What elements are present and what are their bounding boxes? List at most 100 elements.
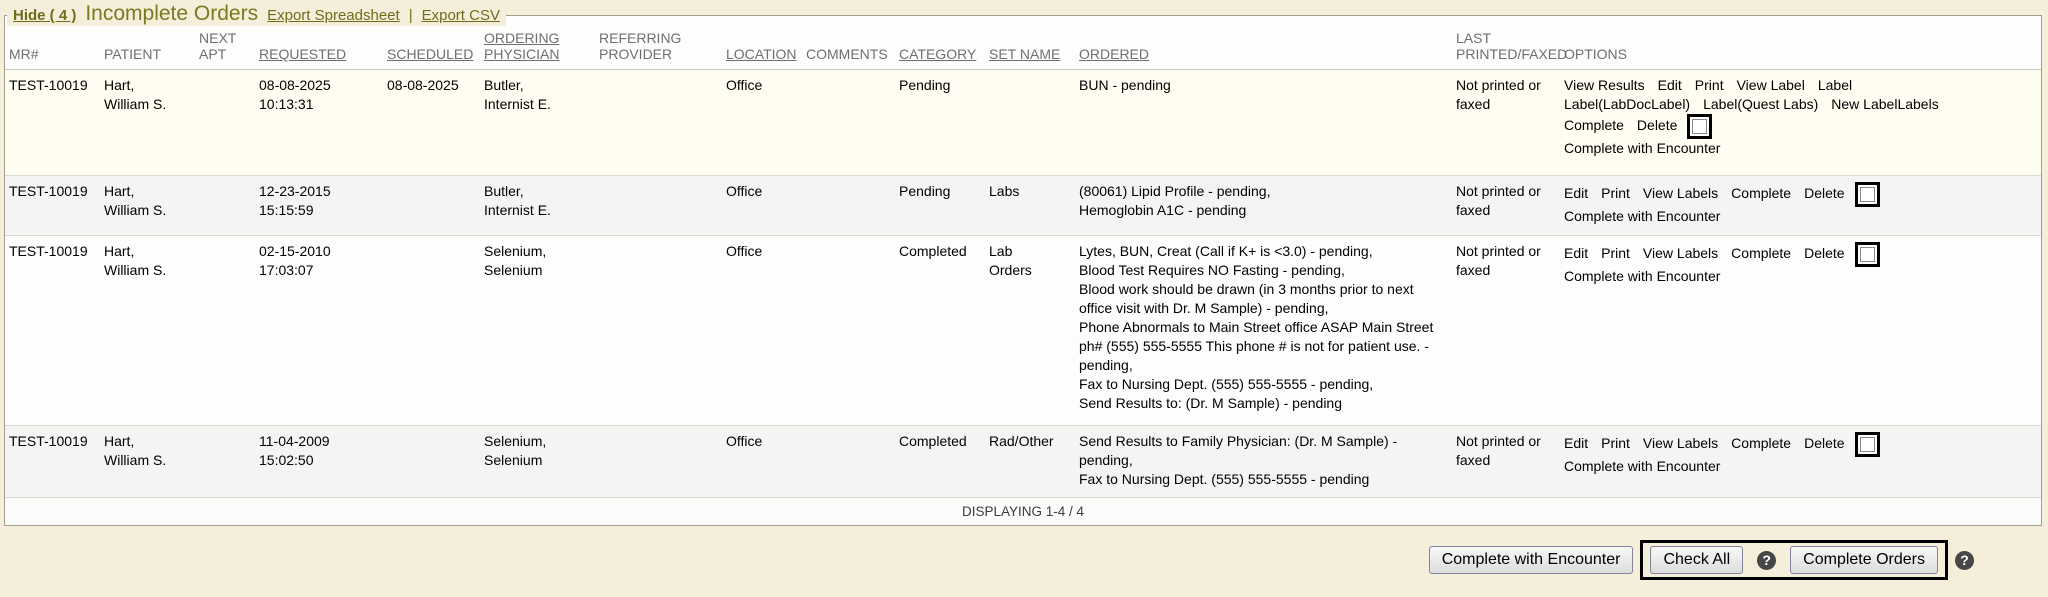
print-link[interactable]: Print [1695, 77, 1724, 93]
export-spreadsheet-link[interactable]: Export Spreadsheet [267, 7, 400, 24]
cell-next-apt [195, 176, 255, 236]
cell-requested: 12-23-201515:15:59 [255, 176, 383, 236]
cell-mr: TEST-10019 [5, 176, 100, 236]
incomplete-orders-panel: Hide ( 4 ) Incomplete Orders Export Spre… [4, 15, 2042, 526]
options-line: Complete Delete [1564, 114, 2037, 139]
cell-scheduled [383, 236, 480, 426]
checkbox-box [1860, 437, 1875, 452]
cell-comments [802, 426, 895, 498]
edit-link[interactable]: Edit [1658, 77, 1682, 93]
column-header-category[interactable]: CATEGORY [895, 16, 985, 70]
complete-link[interactable]: Complete [1564, 117, 1624, 133]
cell-set-name: LabOrders [985, 236, 1075, 426]
print-link[interactable]: Print [1601, 185, 1630, 201]
options-line: Complete with Encounter [1564, 207, 2037, 226]
cell-set-name: Rad/Other [985, 426, 1075, 498]
cell-category: Completed [895, 426, 985, 498]
complete-with-encounter-link[interactable]: Complete with Encounter [1564, 268, 1720, 284]
options-line: Edit Print View Labels Complete Delete [1564, 432, 2037, 457]
view-labels-link[interactable]: View Labels [1643, 185, 1718, 201]
complete-with-encounter-link[interactable]: Complete with Encounter [1564, 208, 1720, 224]
column-header-set-name[interactable]: SET NAME [985, 16, 1075, 70]
cell-patient: Hart,William S. [100, 426, 195, 498]
cell-next-apt [195, 70, 255, 176]
checkbox-box [1860, 187, 1875, 202]
view-labels-link[interactable]: View Labels [1643, 435, 1718, 451]
options-line: Edit Print View Labels Complete Delete [1564, 242, 2037, 267]
cell-options: Edit Print View Labels Complete Delete Comple… [1560, 426, 2041, 498]
table-row: TEST-10019Hart,William S. 11-04-200915:02… [5, 426, 2041, 498]
cell-ordered: Lytes, BUN, Creat (Call if K+ is <3.0) -… [1075, 236, 1452, 426]
options-line: Label(LabDocLabel) Label(Quest Labs) New L… [1564, 95, 2037, 114]
cell-mr: TEST-10019 [5, 426, 100, 498]
cell-ordered: Send Results to Family Physician: (Dr. M… [1075, 426, 1452, 498]
view-labels-link[interactable]: View Labels [1643, 245, 1718, 261]
export-csv-link[interactable]: Export CSV [422, 7, 500, 24]
cell-requested: 02-15-201017:03:07 [255, 236, 383, 426]
cell-referring-provider [595, 426, 722, 498]
cell-scheduled: 08-08-2025 [383, 70, 480, 176]
cell-mr: TEST-10019 [5, 236, 100, 426]
cell-options: Edit Print View Labels Complete Delete Comple… [1560, 236, 2041, 426]
cell-scheduled [383, 426, 480, 498]
options-line: Complete with Encounter [1564, 139, 2037, 158]
delete-link[interactable]: Delete [1804, 185, 1844, 201]
label-link[interactable]: Label [1818, 77, 1852, 93]
cell-last-printed-faxed: Not printed or faxed [1452, 426, 1560, 498]
options-line: Complete with Encounter [1564, 267, 2037, 286]
delete-link[interactable]: Delete [1804, 435, 1844, 451]
checkbox-box [1692, 119, 1707, 134]
table-row: TEST-10019Hart,William S.12-23-201515:15… [5, 176, 2041, 236]
checkbox-box [1860, 247, 1875, 262]
cell-comments [802, 70, 895, 176]
complete-link[interactable]: Complete [1731, 185, 1791, 201]
cell-location: Office [722, 236, 802, 426]
cell-location: Office [722, 176, 802, 236]
cell-last-printed-faxed: Not printed or faxed [1452, 176, 1560, 236]
complete-link[interactable]: Complete [1731, 245, 1791, 261]
cell-next-apt [195, 426, 255, 498]
delete-link[interactable]: Delete [1804, 245, 1844, 261]
view-label-link[interactable]: View Label [1737, 77, 1805, 93]
column-header-comments: COMMENTS [802, 16, 895, 70]
cell-category: Pending [895, 176, 985, 236]
cell-referring-provider [595, 176, 722, 236]
label-labdoclabel-link[interactable]: Label(LabDocLabel) [1564, 96, 1690, 112]
view-results-link[interactable]: View Results [1564, 77, 1645, 93]
complete-with-encounter-link[interactable]: Complete with Encounter [1564, 458, 1720, 474]
cell-location: Office [722, 426, 802, 498]
column-header-ordered[interactable]: ORDERED [1075, 16, 1452, 70]
check-all-button[interactable]: Check All [1650, 546, 1743, 574]
edit-link[interactable]: Edit [1564, 185, 1588, 201]
column-header-location[interactable]: LOCATION [722, 16, 802, 70]
hide-link[interactable]: Hide ( 4 ) [13, 7, 76, 24]
cell-location: Office [722, 70, 802, 176]
complete-link[interactable]: Complete [1731, 435, 1791, 451]
label-quest-labs-link[interactable]: Label(Quest Labs) [1703, 96, 1818, 112]
edit-link[interactable]: Edit [1564, 435, 1588, 451]
print-link[interactable]: Print [1601, 245, 1630, 261]
help-icon[interactable]: ? [1955, 551, 1974, 570]
labels-link[interactable]: Labels [1897, 96, 1938, 112]
complete-with-encounter-button[interactable]: Complete with Encounter [1429, 546, 1634, 574]
cell-requested: 11-04-200915:02:50 [255, 426, 383, 498]
options-line: View Results Edit Print View Label Label [1564, 76, 2037, 95]
cell-requested: 08-08-202510:13:31 [255, 70, 383, 176]
cell-next-apt [195, 236, 255, 426]
cell-options: Edit Print View Labels Complete Delete Comple… [1560, 176, 2041, 236]
delete-link[interactable]: Delete [1637, 117, 1677, 133]
complete-orders-button[interactable]: Complete Orders [1790, 546, 1938, 574]
order-checkbox[interactable] [1687, 114, 1712, 139]
new-label-link[interactable]: New Label [1831, 96, 1897, 112]
order-checkbox[interactable] [1855, 182, 1880, 207]
help-icon[interactable]: ? [1757, 551, 1776, 570]
table-row: TEST-10019Hart,William S.08-08-202510:13… [5, 70, 2041, 176]
highlighted-action-group: Check All ? Complete Orders [1640, 540, 1948, 580]
edit-link[interactable]: Edit [1564, 245, 1588, 261]
complete-with-encounter-link[interactable]: Complete with Encounter [1564, 140, 1720, 156]
order-checkbox[interactable] [1855, 242, 1880, 267]
order-checkbox[interactable] [1855, 432, 1880, 457]
cell-ordered: BUN - pending [1075, 70, 1452, 176]
print-link[interactable]: Print [1601, 435, 1630, 451]
cell-ordering-physician: Selenium,Selenium [480, 236, 595, 426]
